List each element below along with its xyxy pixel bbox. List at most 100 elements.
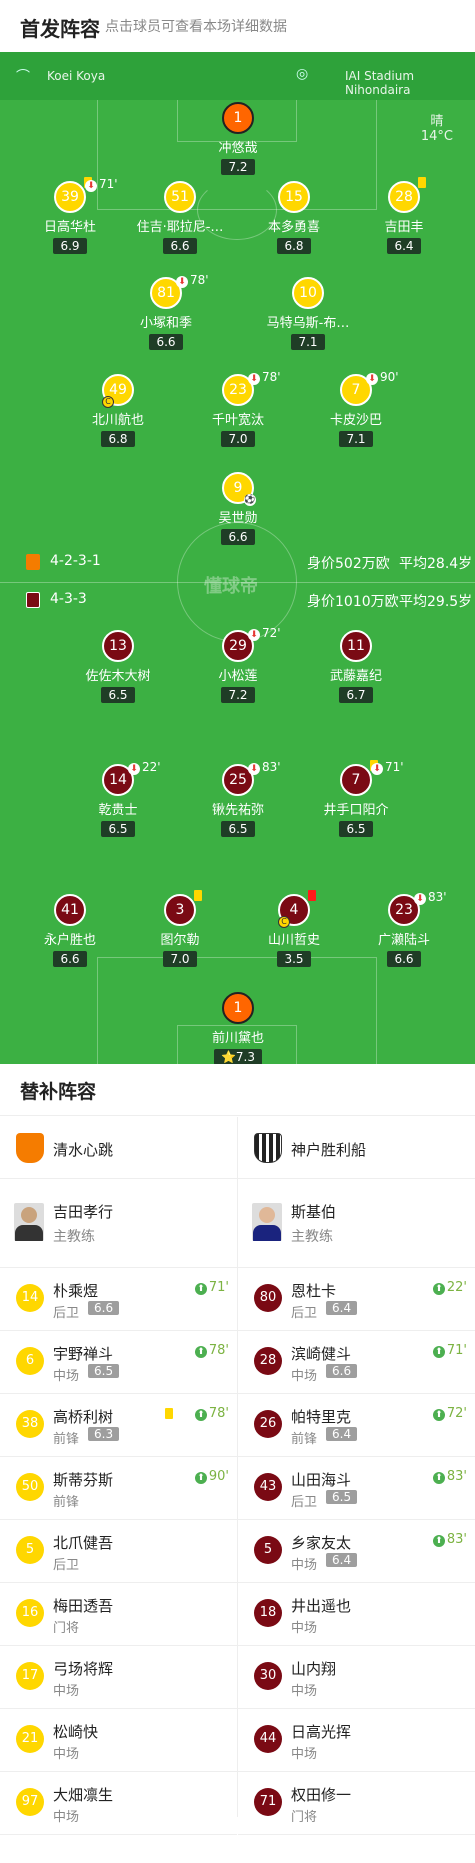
away-player-41[interactable]: 41 永户胜也 6.6 <box>15 894 125 967</box>
away-player-7[interactable]: 7 ⬇ 71' 井手口阳介 6.5 <box>301 760 411 837</box>
bench-player-number: 14 <box>16 1284 44 1312</box>
whistle-icon: ⌒ <box>16 69 30 85</box>
home-player-81[interactable]: 81 ⬇ 78' 小塚和季 6.6 <box>111 273 221 350</box>
player-name: 小松莲 <box>218 669 258 684</box>
weather-text: 晴 <box>430 114 444 129</box>
bench-player-position: 中场 <box>291 1621 318 1636</box>
sub-off-icon: ⬇ <box>85 180 97 192</box>
home-player-23[interactable]: 23 ⬇ 78' 千叶宽汰 7.0 <box>183 370 293 447</box>
player-rating: 6.7 <box>339 687 373 703</box>
home-coach[interactable]: 吉田孝行 主教练 <box>0 1179 237 1268</box>
sub-on-icon: ⬆ <box>432 1283 445 1295</box>
bench-player-row[interactable]: 71 权田修一 门将 <box>238 1772 475 1835</box>
player-name: 广濑陆斗 <box>377 933 430 948</box>
home-player-28[interactable]: 28 吉田丰 6.4 <box>349 177 459 254</box>
player-name: 日高华杜 <box>43 220 96 235</box>
bench-player-row[interactable]: 80 恩杜卡 后卫 6.4 ⬆ 22' <box>238 1268 475 1331</box>
home-player-15[interactable]: 15 本多勇喜 6.8 <box>239 181 349 254</box>
bench-player-rating: 6.5 <box>326 1490 358 1504</box>
bench-player-rating: 6.5 <box>88 1364 120 1378</box>
player-name: 小塚和季 <box>139 316 192 331</box>
bench-player-row[interactable]: 43 山田海斗 后卫 6.5 ⬆ 83' <box>238 1457 475 1520</box>
player-number: 51 <box>164 181 196 213</box>
away-player-11[interactable]: 11 武藤嘉纪 6.7 <box>301 630 411 703</box>
away-player-13[interactable]: 13 佐佐木大树 6.5 <box>63 630 173 703</box>
bench-player-row[interactable]: 5 北爪健吾 后卫 <box>0 1520 237 1583</box>
away-player-1[interactable]: 1 前川黛也 ⭐7.3 <box>183 992 293 1064</box>
player-number: 11 <box>340 630 372 662</box>
temperature: 14°C <box>420 129 453 144</box>
player-rating: 6.5 <box>101 687 135 703</box>
away-player-4[interactable]: 4C 山川哲史 3.5 <box>239 890 349 967</box>
player-rating: 7.1 <box>291 334 325 350</box>
sub-off-minute: ⬇ 90' <box>366 370 399 385</box>
sub-on-minute: ⬆ 90' <box>194 1469 229 1484</box>
player-name: 永户胜也 <box>43 933 96 948</box>
bench-player-row[interactable]: 26 帕特里克 前锋 6.4 ⬆ 72' <box>238 1394 475 1457</box>
bench-player-row[interactable]: 44 日高光挥 中场 <box>238 1709 475 1772</box>
away-player-23[interactable]: 23 ⬇ 83' 广濑陆斗 6.6 <box>349 890 459 967</box>
bench-player-row[interactable]: 16 梅田透吾 门将 <box>0 1583 237 1646</box>
match-info-bar: ⌒ Koei Koya ◎ IAI Stadium Nihondaira <box>0 52 475 100</box>
bench-player-row[interactable]: 6 宇野禅斗 中场 6.5 ⬆ 78' <box>0 1331 237 1394</box>
bench-player-name: 井出遥也 <box>291 1597 352 1615</box>
player-name: 佐佐木大树 <box>85 669 151 684</box>
bench-player-row[interactable]: 17 弓场将辉 中场 <box>0 1646 237 1709</box>
away-player-14[interactable]: 14 ⬇ 22' 乾贵士 6.5 <box>63 760 173 837</box>
home-player-9[interactable]: 9 ⚽ 吴世勋 6.6 <box>183 472 293 545</box>
bench-player-row[interactable]: 30 山内翔 中场 <box>238 1646 475 1709</box>
home-player-49[interactable]: 49 C 北川航也 6.8 <box>63 374 173 447</box>
sub-off-minute: ⬇ 78' <box>176 273 209 288</box>
bench-player-row[interactable]: 50 斯蒂芬斯 前锋 ⬆ 90' <box>0 1457 237 1520</box>
sub-on-minute: ⬆ 83' <box>432 1532 467 1547</box>
sub-off-minute: ⬇ 83' <box>248 760 281 775</box>
home-bench-team[interactable]: 清水心跳 <box>0 1117 237 1179</box>
bench-player-position: 中场 <box>53 1684 80 1699</box>
player-rating: 7.0 <box>221 431 255 447</box>
player-rating: 6.6 <box>53 951 87 967</box>
bench-player-position: 中场 <box>291 1558 318 1573</box>
bench-player-row[interactable]: 28 滨崎健斗 中场 6.6 ⬆ 71' <box>238 1331 475 1394</box>
away-player-25[interactable]: 25 ⬇ 83' 锹先祐弥 6.5 <box>183 760 293 837</box>
player-rating: 7.2 <box>221 159 255 175</box>
home-team-logo-icon <box>16 1133 44 1163</box>
away-coach[interactable]: 斯基伯 主教练 <box>238 1179 475 1268</box>
away-formation: 4-3-3 <box>50 591 87 607</box>
bench-player-number: 97 <box>16 1788 44 1816</box>
bench-player-position: 中场 <box>53 1369 80 1384</box>
sub-off-minute: ⬇ 83' <box>414 890 447 905</box>
home-player-51[interactable]: 51 住吉·耶拉尼-… 6.6 <box>125 181 235 254</box>
away-player-3[interactable]: 3 图尔勒 7.0 <box>125 890 235 967</box>
player-name: 武藤嘉纪 <box>329 669 382 684</box>
home-player-10[interactable]: 10 马特乌斯-布… 7.1 <box>253 277 363 350</box>
sub-off-minute: ⬇ 71' <box>371 760 404 775</box>
referee-name: Koei Koya <box>47 69 106 83</box>
player-number: 13 <box>102 630 134 662</box>
bench-player-number: 50 <box>16 1473 44 1501</box>
bench-player-name: 乡家友太 <box>291 1534 352 1552</box>
home-player-1[interactable]: 1 冲悠哉 7.2 <box>183 102 293 175</box>
bench-player-position: 前锋 <box>53 1495 80 1510</box>
away-bench-team[interactable]: 神户胜利船 <box>238 1117 475 1179</box>
home-player-39[interactable]: 39 ⬇ 71' 日高华杜 6.9 <box>15 177 125 254</box>
bench-player-position: 后卫 <box>53 1306 80 1321</box>
coach-role: 主教练 <box>291 1229 333 1245</box>
bench-player-position: 中场 <box>291 1684 318 1699</box>
sub-off-minute: ⬇ 72' <box>248 626 281 641</box>
player-name: 吴世勋 <box>218 511 258 526</box>
sub-on-icon: ⬆ <box>432 1346 445 1358</box>
player-name: 马特乌斯-布… <box>266 316 350 331</box>
bench-player-row[interactable]: 97 大畑凛生 中场 <box>0 1772 237 1835</box>
bench-player-row[interactable]: 21 松崎快 中场 <box>0 1709 237 1772</box>
home-player-7[interactable]: 7 ⬇ 90' 卡皮沙巴 7.1 <box>301 370 411 447</box>
weather: 晴 14°C <box>421 110 453 144</box>
bench-player-row[interactable]: 18 井出遥也 中场 <box>238 1583 475 1646</box>
bench-player-rating: 6.3 <box>88 1427 120 1441</box>
away-player-29[interactable]: 29 ⬇ 72' 小松莲 7.2 <box>183 626 293 703</box>
bench-player-row[interactable]: 5 乡家友太 中场 6.4 ⬆ 83' <box>238 1520 475 1583</box>
sub-off-minute: ⬇ 71' <box>85 177 118 192</box>
bench-player-rating: 6.4 <box>326 1553 358 1567</box>
bench-player-row[interactable]: 14 朴乘煜 后卫 6.6 ⬆ 71' <box>0 1268 237 1331</box>
player-name: 山川哲史 <box>267 933 320 948</box>
bench-player-row[interactable]: 38 高桥利树 前锋 6.3 ⬆ 78' <box>0 1394 237 1457</box>
